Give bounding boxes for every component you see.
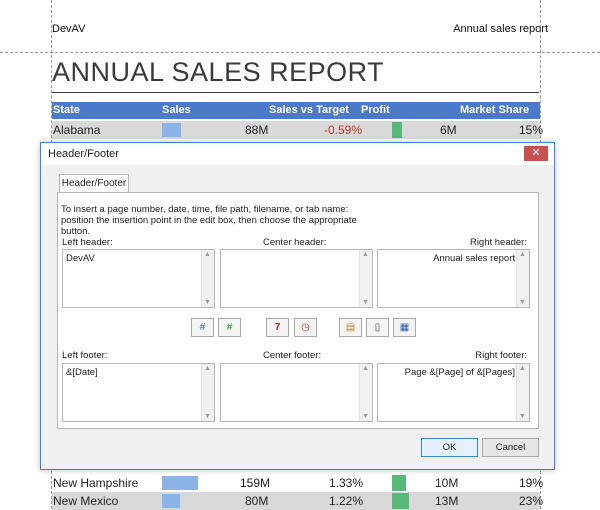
ok-button[interactable]: OK — [421, 438, 478, 457]
left-header-input[interactable]: DevAV ▲ ▼ — [62, 249, 215, 308]
sales-bar — [162, 123, 181, 137]
scroll-up-icon[interactable]: ▲ — [204, 251, 211, 258]
center-footer-label: Center footer: — [263, 350, 322, 361]
scrollbar[interactable]: ▲ ▼ — [516, 364, 529, 421]
scroll-up-icon[interactable]: ▲ — [362, 251, 369, 258]
left-footer-input[interactable]: &[Date] ▲ ▼ — [62, 363, 215, 422]
scroll-down-icon[interactable]: ▼ — [204, 299, 211, 306]
scroll-down-icon[interactable]: ▼ — [362, 413, 369, 420]
column-header-sales-vs-target: Sales vs Target — [269, 104, 349, 116]
table-row: New Hampshire 159M 1.33% 10M 19% — [52, 474, 544, 492]
cell-state: New Hampshire — [53, 476, 139, 490]
cell-profit: 6M — [440, 123, 457, 137]
scroll-down-icon[interactable]: ▼ — [204, 413, 211, 420]
scrollbar[interactable]: ▲ ▼ — [516, 250, 529, 307]
column-header-state: State — [53, 104, 80, 116]
cell-state: New Mexico — [53, 494, 119, 508]
header-margin-line — [0, 52, 600, 53]
scrollbar[interactable]: ▲ ▼ — [359, 364, 372, 421]
column-header-market-share: Market Share — [460, 104, 530, 116]
scrollbar[interactable]: ▲ ▼ — [201, 364, 214, 421]
sales-bar — [162, 476, 198, 490]
scroll-up-icon[interactable]: ▲ — [519, 251, 526, 258]
dialog-title: Header/Footer — [48, 148, 119, 160]
tab-header-footer[interactable]: Header/Footer — [59, 174, 129, 193]
report-title: ANNUAL SALES REPORT — [52, 57, 385, 87]
left-footer-label: Left footer: — [62, 350, 108, 361]
title-divider — [52, 92, 539, 93]
close-icon[interactable]: ✕ — [524, 146, 548, 161]
header-footer-dialog: Header/Footer ✕ Header/Footer To insert … — [40, 142, 555, 470]
cell-profit: 10M — [435, 476, 459, 490]
cell-vs-target: 1.22% — [329, 494, 364, 508]
cell-sales: 159M — [240, 476, 271, 490]
scroll-up-icon[interactable]: ▲ — [519, 365, 526, 372]
right-header-value: Annual sales report — [433, 253, 515, 264]
column-header-sales: Sales — [162, 104, 191, 116]
center-header-input[interactable]: ▲ ▼ — [220, 249, 373, 308]
table-header-row: State Sales Sales vs Target Profit Marke… — [52, 102, 540, 119]
cell-sales: 80M — [245, 494, 269, 508]
table-row: New Mexico 80M 1.22% 13M 23% — [52, 492, 544, 510]
right-header-label: Right header: — [469, 237, 527, 248]
dialog-titlebar[interactable]: Header/Footer ✕ — [41, 143, 554, 165]
cell-share: 19% — [519, 476, 544, 490]
right-footer-value: Page &[Page] of &[Pages] — [404, 367, 515, 378]
left-header-label: Left header: — [62, 237, 113, 248]
scroll-up-icon[interactable]: ▲ — [204, 365, 211, 372]
right-footer-label: Right footer: — [475, 350, 527, 361]
table-row: Alabama 88M -0.59% 6M 15% — [52, 121, 544, 139]
column-header-profit: Profit — [361, 104, 390, 116]
scroll-up-icon[interactable]: ▲ — [362, 365, 369, 372]
page-header-right: Annual sales report — [453, 23, 548, 35]
page-count-icon[interactable]: # — [218, 318, 241, 337]
center-header-label: Center header: — [263, 237, 327, 248]
cell-share: 23% — [519, 494, 544, 508]
cell-profit: 13M — [435, 494, 459, 508]
cell-share: 15% — [519, 123, 544, 137]
profit-bar — [392, 122, 402, 138]
cell-state: Alabama — [53, 123, 101, 137]
center-footer-input[interactable]: ▲ ▼ — [220, 363, 373, 422]
page-number-icon[interactable]: # — [191, 318, 214, 337]
left-footer-value: &[Date] — [66, 367, 98, 378]
right-footer-input[interactable]: Page &[Page] of &[Pages] ▲ ▼ — [377, 363, 530, 422]
date-icon[interactable]: 7 — [266, 318, 289, 337]
cell-vs-target: 1.33% — [329, 476, 364, 490]
sales-bar — [162, 494, 180, 508]
sheet-name-icon[interactable]: ▦ — [393, 318, 416, 337]
profit-bar — [392, 493, 409, 509]
cancel-button[interactable]: Cancel — [482, 438, 539, 457]
instructions-text: To insert a page number, date, time, fil… — [61, 204, 357, 237]
scrollbar[interactable]: ▲ ▼ — [359, 250, 372, 307]
cell-sales: 88M — [245, 123, 269, 137]
scroll-down-icon[interactable]: ▼ — [362, 299, 369, 306]
time-icon[interactable]: ◷ — [294, 318, 317, 337]
cell-vs-target: -0.59% — [324, 123, 363, 137]
scroll-down-icon[interactable]: ▼ — [519, 413, 526, 420]
scrollbar[interactable]: ▲ ▼ — [201, 250, 214, 307]
profit-bar — [392, 475, 406, 491]
scroll-down-icon[interactable]: ▼ — [519, 299, 526, 306]
left-header-value: DevAV — [66, 253, 95, 264]
file-path-icon[interactable]: ▤ — [339, 318, 362, 337]
filename-icon[interactable]: ▯ — [366, 318, 389, 337]
page-header-left: DevAV — [52, 23, 86, 35]
right-header-input[interactable]: Annual sales report ▲ ▼ — [377, 249, 530, 308]
